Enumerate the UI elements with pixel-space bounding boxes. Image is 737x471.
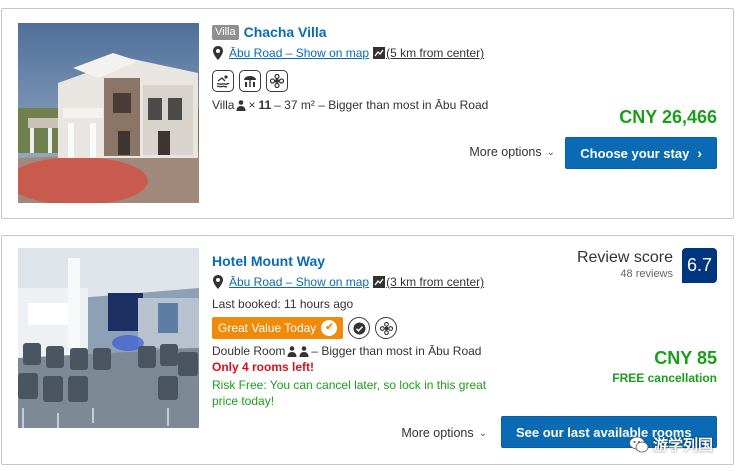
room-summary: Double Room – Bigger than most in Ābu Ro…	[212, 343, 502, 359]
wechat-icon	[629, 436, 649, 452]
person-icon	[287, 345, 297, 357]
room-summary: Villa × 11 – 37 m² – Bigger than most in…	[212, 97, 488, 113]
distance-from-center: (3 km from center)	[386, 275, 485, 289]
spa-flower-icon	[375, 317, 398, 339]
watermark: 游学列国	[629, 434, 713, 455]
distance-map-icon	[373, 276, 386, 288]
room-size-note: – 37 m² – Bigger than most in Ābu Road	[274, 98, 489, 112]
review-score-badge: 6.7	[682, 248, 717, 283]
room-type: Villa	[212, 98, 235, 112]
listing-details: Villa Chacha Villa Ābu Road – Show on ma…	[212, 23, 488, 113]
hotel-name-link[interactable]: Chacha Villa	[244, 24, 327, 40]
map-pin-icon	[213, 275, 223, 289]
room-type: Double Room	[212, 344, 286, 358]
review-count: 48 reviews	[620, 268, 673, 280]
room-multiplier: ×	[248, 98, 256, 112]
more-options-label: More options	[469, 145, 542, 159]
price: CNY 26,466	[619, 107, 717, 127]
room-size-note: – Bigger than most in Ābu Road	[311, 344, 482, 358]
free-cancellation-label: FREE cancellation	[612, 371, 717, 385]
person-icon	[236, 99, 246, 111]
verified-check-icon	[348, 317, 371, 339]
more-options-label: More options	[401, 426, 474, 440]
room-count: 11	[258, 98, 272, 112]
more-options-dropdown[interactable]: More options ⌄	[469, 145, 555, 159]
review-score-label: Review score	[576, 249, 673, 266]
last-booked-text: Last booked: 11 hours ago	[212, 297, 354, 311]
distance-from-center: (5 km from center)	[386, 46, 485, 60]
person-icon	[299, 345, 309, 357]
more-options-dropdown[interactable]: More options ⌄	[401, 426, 487, 440]
listing-details: Hotel Mount Way Ābu Road – Show on map (…	[212, 252, 502, 409]
cta-label: Choose your stay	[580, 145, 690, 161]
property-type-badge: Villa	[212, 24, 239, 40]
price: CNY 85	[654, 348, 717, 368]
swimming-pool-icon	[212, 70, 234, 92]
show-on-map-link[interactable]: Ābu Road – Show on map	[229, 46, 369, 60]
review-score-block[interactable]: Review score 48 reviews 6.7	[577, 248, 717, 283]
beach-umbrella-icon	[239, 70, 261, 92]
property-photo[interactable]	[18, 248, 199, 428]
great-value-label: Great Value Today	[218, 321, 317, 335]
choose-your-stay-button[interactable]: Choose your stay ›	[565, 137, 717, 169]
property-photo[interactable]	[18, 23, 199, 203]
chevron-down-icon: ⌄	[478, 427, 487, 439]
spa-flower-icon	[266, 70, 288, 92]
risk-free-note: Risk Free: You can cancel later, so lock…	[212, 378, 487, 408]
facility-icons	[212, 70, 488, 92]
watermark-text: 游学列国	[652, 437, 713, 454]
chevron-down-icon: ⌄	[546, 146, 555, 158]
rooms-left-warning: Only 4 rooms left!	[212, 360, 315, 374]
thumbs-up-icon: ✔	[321, 320, 338, 336]
show-on-map-link[interactable]: Ābu Road – Show on map	[229, 275, 369, 289]
map-pin-icon	[213, 46, 223, 60]
great-value-badge: Great Value Today ✔	[212, 317, 344, 339]
hotel-name-link[interactable]: Hotel Mount Way	[212, 253, 325, 269]
chevron-right-icon: ›	[697, 145, 702, 161]
listing-card-chacha-villa: Villa Chacha Villa Ābu Road – Show on ma…	[1, 8, 734, 219]
listing-card-hotel-mount-way: Hotel Mount Way Ābu Road – Show on map (…	[1, 235, 734, 465]
distance-map-icon	[373, 47, 386, 59]
